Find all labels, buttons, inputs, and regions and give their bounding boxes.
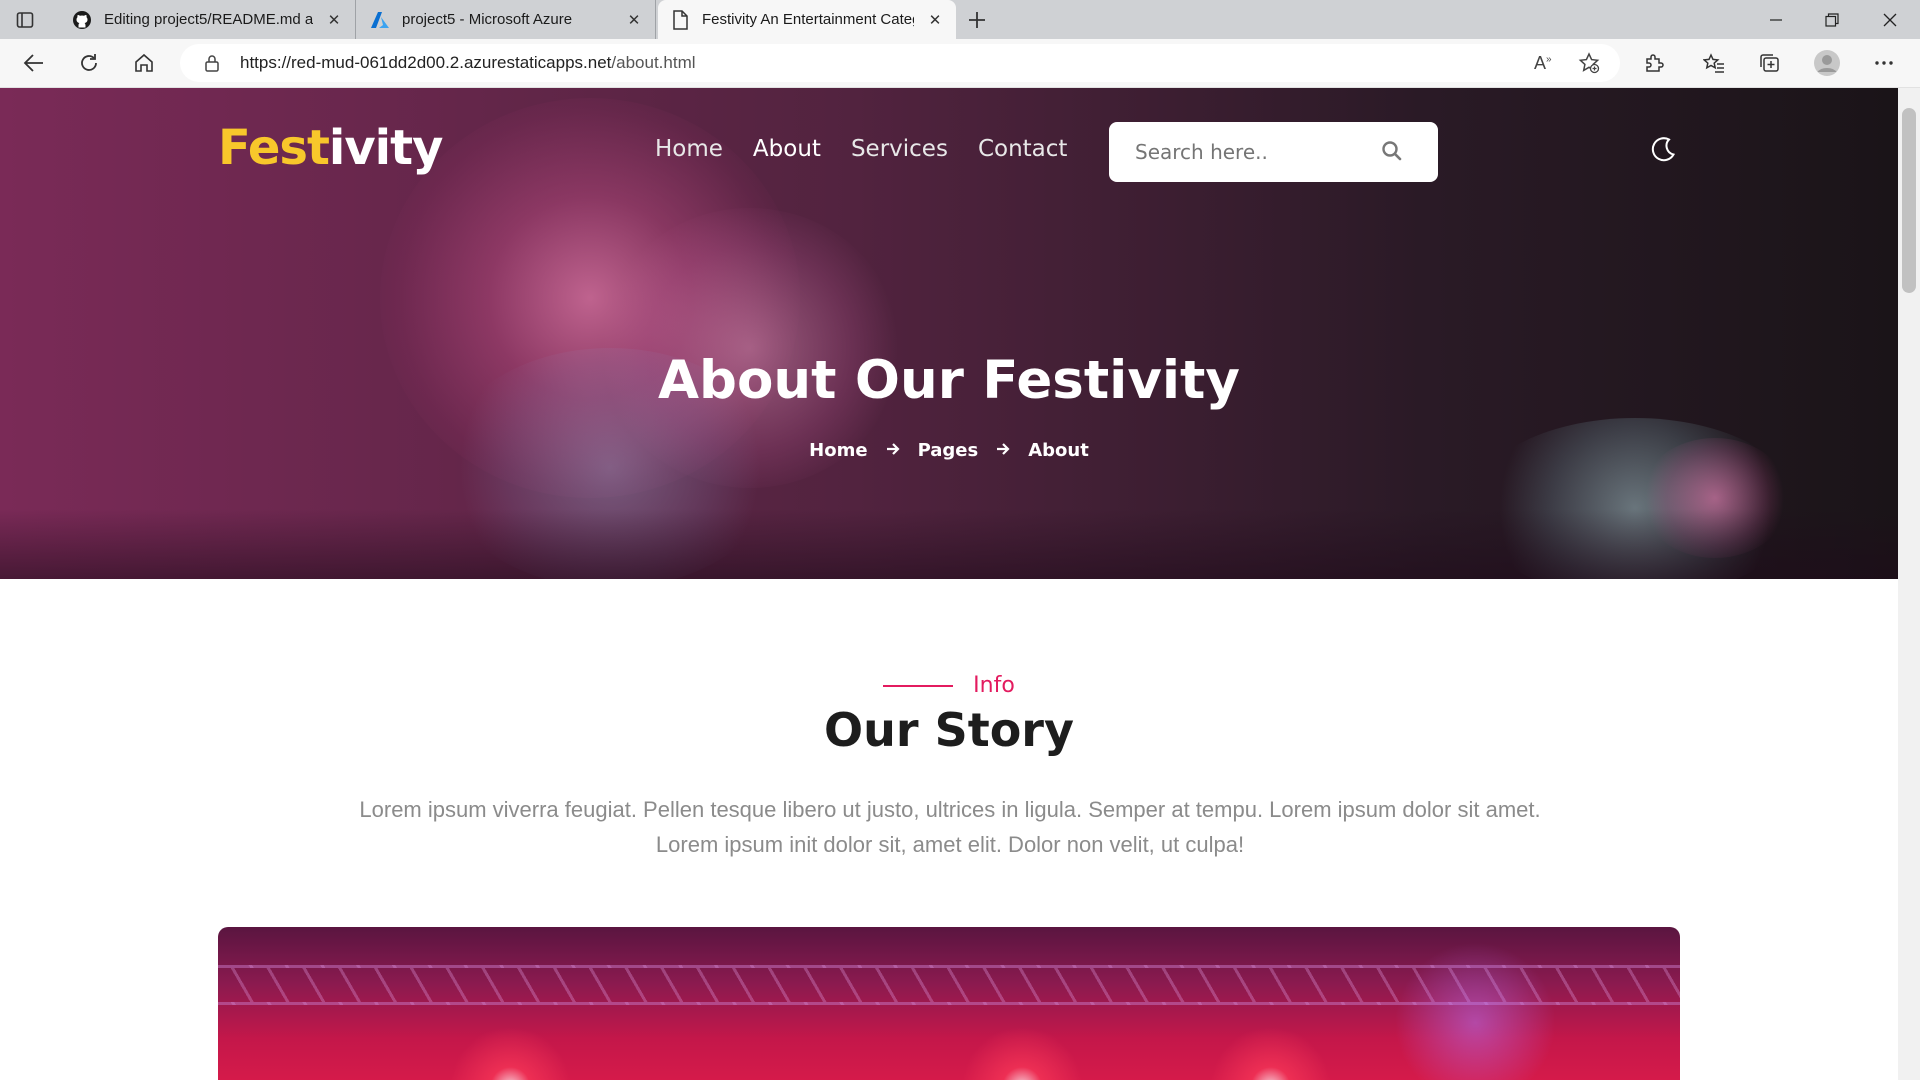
scrollbar-thumb[interactable] bbox=[1902, 108, 1916, 293]
arrow-right-icon bbox=[886, 440, 900, 461]
close-tab-icon[interactable]: ✕ bbox=[323, 9, 345, 31]
nav-home[interactable]: Home bbox=[655, 136, 723, 162]
tab-title: project5 - Microsoft Azure bbox=[402, 11, 573, 28]
plus-icon bbox=[969, 12, 985, 28]
tab-title: Festivity An Entertainment Categ bbox=[702, 11, 914, 28]
new-tab-button[interactable] bbox=[964, 7, 990, 33]
collections-button[interactable] bbox=[1751, 45, 1787, 81]
restore-icon bbox=[1825, 12, 1839, 27]
search-icon[interactable] bbox=[1381, 140, 1403, 167]
extensions-button[interactable] bbox=[1636, 45, 1672, 81]
avatar-icon bbox=[1814, 50, 1840, 76]
address-bar-row: https://red-mud-061dd2d00.2.azurestatica… bbox=[0, 39, 1920, 88]
more-icon bbox=[1875, 61, 1893, 65]
stage-lights bbox=[218, 927, 1680, 1080]
favorites-icon bbox=[1703, 53, 1724, 73]
tab-title: Editing project5/README.md at bbox=[104, 11, 313, 28]
back-button[interactable] bbox=[16, 45, 52, 81]
arrow-right-icon bbox=[996, 440, 1010, 461]
section-kicker: Info bbox=[0, 673, 1898, 698]
nav-contact[interactable]: Contact bbox=[978, 136, 1067, 162]
lock-icon[interactable] bbox=[204, 54, 220, 77]
home-icon bbox=[135, 53, 153, 72]
close-window-button[interactable] bbox=[1862, 0, 1918, 39]
main-nav: Home About Services Contact bbox=[655, 136, 1067, 162]
document-icon bbox=[670, 9, 690, 30]
breadcrumb-home[interactable]: Home bbox=[809, 440, 867, 461]
restore-button[interactable] bbox=[1804, 0, 1860, 39]
concert-stage-image bbox=[218, 927, 1680, 1080]
nav-about[interactable]: About bbox=[753, 136, 821, 162]
site-logo[interactable]: Festivity bbox=[218, 120, 443, 176]
kicker-text: Info bbox=[973, 673, 1015, 698]
tab-strip: Editing project5/README.md at ✕ project5… bbox=[0, 0, 1920, 39]
breadcrumb: Home Pages About bbox=[0, 440, 1898, 461]
logo-rest: ivity bbox=[328, 120, 443, 176]
minimize-button[interactable] bbox=[1748, 0, 1804, 39]
azure-icon bbox=[370, 10, 390, 30]
tab-festivity[interactable]: Festivity An Entertainment Categ ✕ bbox=[658, 0, 956, 39]
tab-azure[interactable]: project5 - Microsoft Azure ✕ bbox=[358, 0, 656, 39]
web-page: Festivity Home About Services Contact Ab… bbox=[0, 88, 1898, 1080]
puzzle-icon bbox=[1646, 54, 1664, 72]
collections-icon bbox=[1760, 54, 1779, 72]
crowd-silhouette bbox=[0, 509, 1898, 579]
back-arrow-icon bbox=[23, 54, 43, 72]
refresh-icon bbox=[81, 54, 97, 71]
section-title: Our Story bbox=[824, 703, 1074, 757]
github-icon bbox=[72, 10, 92, 30]
minimize-icon bbox=[1770, 18, 1782, 21]
more-menu-button[interactable] bbox=[1866, 45, 1902, 81]
browser-window: Editing project5/README.md at ✕ project5… bbox=[0, 0, 1920, 1080]
refresh-button[interactable] bbox=[71, 45, 107, 81]
hero-banner: Festivity Home About Services Contact Ab… bbox=[0, 88, 1898, 579]
search-box bbox=[1109, 122, 1438, 182]
tab-actions-icon bbox=[16, 12, 34, 28]
favorites-button[interactable] bbox=[1696, 45, 1732, 81]
tab-actions-button[interactable] bbox=[14, 9, 36, 31]
home-button[interactable] bbox=[126, 45, 162, 81]
url-host: https://red-mud-061dd2d00.2.azurestatica… bbox=[240, 53, 612, 72]
breadcrumb-pages[interactable]: Pages bbox=[918, 440, 979, 461]
address-bar[interactable]: https://red-mud-061dd2d00.2.azurestatica… bbox=[180, 44, 1620, 82]
breadcrumb-about: About bbox=[1028, 440, 1089, 461]
read-aloud-icon[interactable]: A» bbox=[1534, 53, 1552, 74]
close-tab-icon[interactable]: ✕ bbox=[623, 9, 645, 31]
favorite-add-icon[interactable] bbox=[1578, 52, 1600, 79]
close-tab-icon[interactable]: ✕ bbox=[924, 9, 946, 31]
moon-icon bbox=[1651, 137, 1676, 162]
section-description: Lorem ipsum viverra feugiat. Pellen tesq… bbox=[359, 797, 1541, 857]
nav-services[interactable]: Services bbox=[851, 136, 948, 162]
url-text[interactable]: https://red-mud-061dd2d00.2.azurestatica… bbox=[240, 53, 696, 73]
page-title: About Our Festivity bbox=[658, 350, 1240, 411]
close-icon bbox=[1883, 13, 1897, 26]
logo-accent: Fest bbox=[218, 120, 330, 176]
profile-button[interactable] bbox=[1809, 45, 1845, 81]
url-path: /about.html bbox=[611, 53, 696, 72]
kicker-line bbox=[883, 684, 954, 687]
search-input[interactable] bbox=[1135, 140, 1375, 164]
dark-mode-toggle[interactable] bbox=[1648, 135, 1678, 170]
tab-github[interactable]: Editing project5/README.md at ✕ bbox=[60, 0, 356, 39]
